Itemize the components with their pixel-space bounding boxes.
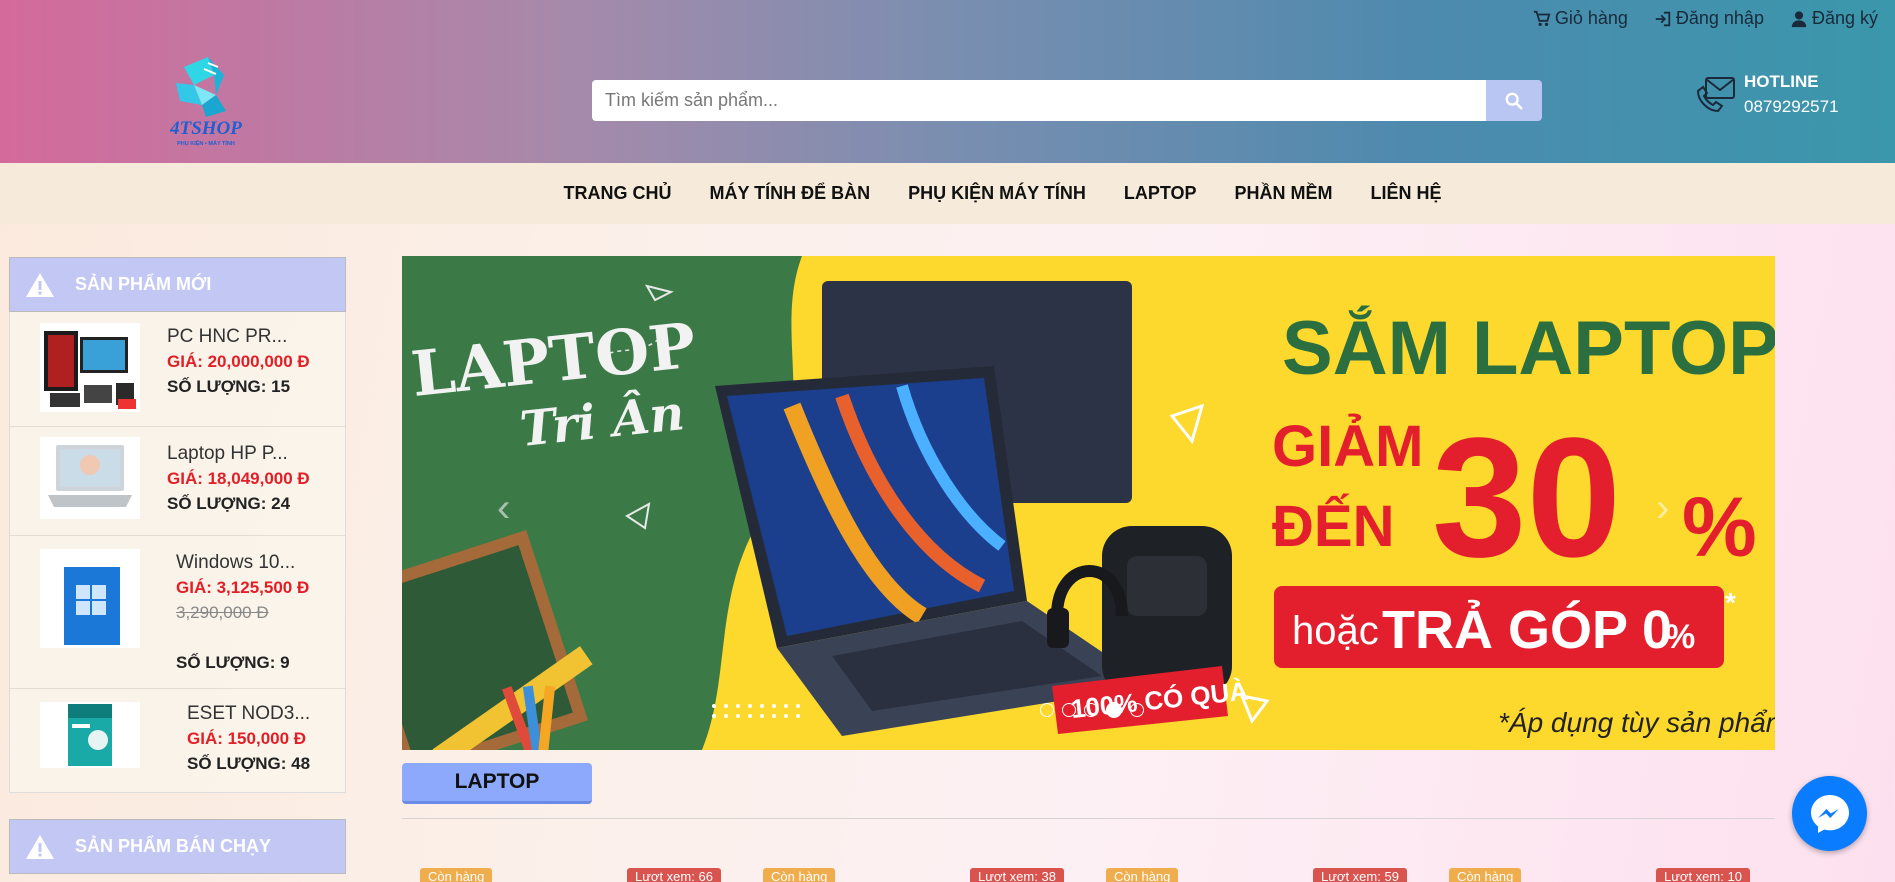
hotline: HOTLINE 0879292571 — [1694, 69, 1839, 119]
banner-headline: SẮM LAPTOP — [1282, 305, 1775, 391]
cart-link[interactable]: Giỏ hàng — [1533, 8, 1628, 29]
product-image-laptop[interactable] — [40, 437, 140, 519]
banner-giam: GIẢM — [1272, 414, 1423, 479]
hotline-number[interactable]: 0879292571 — [1744, 94, 1839, 119]
view-count-badge: Lượt xem: 10 — [1656, 868, 1750, 882]
register-link[interactable]: Đăng ký — [1790, 8, 1878, 29]
nav-item-contact[interactable]: LIÊN HỆ — [1352, 183, 1461, 204]
list-item[interactable]: PC HNC PR... GIÁ: 20,000,000 Đ SỐ LƯỢNG:… — [10, 312, 345, 427]
user-icon — [1791, 10, 1807, 27]
main-nav: TRANG CHỦ MÁY TÍNH ĐỂ BÀN PHỤ KIỆN MÁY T… — [0, 163, 1895, 224]
nav-item-home[interactable]: TRANG CHỦ — [544, 183, 690, 204]
product-name[interactable]: Laptop HP P... — [167, 441, 310, 466]
stock-badge: Còn hàng — [1449, 868, 1522, 882]
warning-icon — [26, 272, 54, 297]
site-header: Giỏ hàng Đăng nhập Đăng ký 4TSHOP PHỤ KI… — [0, 0, 1895, 163]
stock-badge: Còn hàng — [420, 868, 493, 882]
product-qty: SỐ LƯỢNG: 48 — [187, 754, 311, 773]
search-button[interactable] — [1486, 80, 1542, 121]
product-name[interactable]: Windows 10... — [176, 550, 309, 575]
search-bar — [592, 80, 1542, 121]
laptop-section-title: LAPTOP — [454, 770, 540, 793]
list-item[interactable]: Laptop HP P... GIÁ: 18,049,000 Đ SỐ LƯỢN… — [10, 427, 345, 536]
product-image-eset[interactable] — [40, 702, 140, 768]
view-count-badge: Lượt xem: 66 — [627, 868, 721, 882]
carousel-prev-icon[interactable]: ‹ — [497, 486, 510, 531]
register-label: Đăng ký — [1811, 8, 1878, 28]
cart-icon — [1533, 10, 1551, 26]
carousel-dot-5[interactable] — [1130, 703, 1144, 717]
banner-note: *Áp dụng tùy sản phẩm — [1498, 707, 1775, 738]
logo-text: 4TSHOP — [169, 118, 242, 139]
login-link[interactable]: Đăng nhập — [1654, 8, 1764, 29]
stock-badge: Còn hàng — [763, 868, 836, 882]
view-count-badge: Lượt xem: 38 — [970, 868, 1064, 882]
view-count-badge: Lượt xem: 59 — [1313, 868, 1407, 882]
banner-percent-sign: % — [1682, 480, 1757, 574]
banner-tra-gop: TRẢ GÓP 0 — [1382, 600, 1672, 660]
promo-banner-image: LAPTOP Tri Ân 100% CÓ QUÀ SẮM LAPTOP GIẢ… — [402, 256, 1775, 750]
product-image-pc[interactable] — [40, 323, 140, 412]
product-qty: SỐ LƯỢNG: 9 — [176, 653, 290, 672]
new-products-header: SẢN PHẨM MỚI — [9, 257, 346, 312]
sidebar: SẢN PHẨM MỚI PC HNC PR... GIÁ: 20,000,00… — [9, 257, 346, 874]
product-name[interactable]: PC HNC PR... — [167, 324, 310, 349]
phone-mail-icon — [1696, 77, 1735, 113]
banner-den: ĐẾN — [1272, 494, 1394, 559]
nav-item-desktop[interactable]: MÁY TÍNH ĐỂ BÀN — [690, 183, 889, 204]
product-price: GIÁ: 20,000,000 Đ — [167, 352, 310, 371]
search-input[interactable] — [592, 80, 1486, 121]
section-divider — [402, 818, 1775, 819]
banner-star: * — [1725, 587, 1736, 618]
product-qty: SỐ LƯỢNG: 15 — [167, 377, 291, 396]
nav-item-accessories[interactable]: PHỤ KIỆN MÁY TÍNH — [889, 183, 1105, 204]
product-image-windows[interactable] — [40, 549, 140, 648]
product-old-price: 3,290,000 Đ — [176, 603, 269, 622]
cart-label: Giỏ hàng — [1554, 8, 1628, 28]
banner-tra-gop-sign: % — [1665, 618, 1695, 656]
new-products-title: SẢN PHẨM MỚI — [75, 274, 212, 294]
list-item[interactable]: ESET NOD3... GIÁ: 150,000 Đ SỐ LƯỢNG: 48 — [10, 689, 345, 792]
logo-tagline: PHỤ KIỆN • MÁY TÍNH — [177, 139, 235, 147]
login-label: Đăng nhập — [1675, 8, 1764, 28]
messenger-icon — [1810, 794, 1849, 833]
product-price: GIÁ: 18,049,000 Đ — [167, 469, 310, 488]
promo-carousel[interactable]: LAPTOP Tri Ân 100% CÓ QUÀ SẮM LAPTOP GIẢ… — [402, 256, 1775, 750]
best-sellers-header: SẢN PHẨM BÁN CHẠY — [9, 819, 346, 874]
carousel-dot-4[interactable] — [1106, 702, 1122, 718]
new-products-list: PC HNC PR... GIÁ: 20,000,000 Đ SỐ LƯỢNG:… — [9, 312, 346, 793]
banner-percent: 30 — [1432, 403, 1621, 593]
messenger-chat-button[interactable] — [1792, 776, 1867, 851]
account-links: Giỏ hàng Đăng nhập Đăng ký — [1533, 8, 1878, 29]
carousel-dot-2[interactable] — [1062, 703, 1076, 717]
carousel-dot-1[interactable] — [1040, 703, 1054, 717]
list-item[interactable]: Windows 10... GIÁ: 3,125,500 Đ 3,290,000… — [10, 536, 345, 689]
carousel-indicators — [1040, 702, 1144, 718]
shop-logo[interactable]: 4TSHOP PHỤ KIỆN • MÁY TÍNH — [146, 55, 266, 147]
carousel-next-icon[interactable]: › — [1656, 486, 1669, 531]
product-name[interactable]: ESET NOD3... — [187, 701, 310, 726]
logo-mark: 4TSHOP PHỤ KIỆN • MÁY TÍNH — [169, 57, 242, 147]
product-qty: SỐ LƯỢNG: 24 — [167, 494, 291, 513]
stock-badge: Còn hàng — [1106, 868, 1179, 882]
banner-hoac: hoặc — [1292, 609, 1379, 653]
product-price: GIÁ: 150,000 Đ — [187, 729, 307, 748]
laptop-section-tab[interactable]: LAPTOP — [402, 763, 592, 804]
hotline-title: HOTLINE — [1744, 72, 1819, 91]
login-icon — [1655, 11, 1671, 26]
product-price: GIÁ: 3,125,500 Đ — [176, 578, 310, 597]
nav-item-software[interactable]: PHẦN MỀM — [1216, 183, 1352, 204]
best-sellers-title: SẢN PHẨM BÁN CHẠY — [75, 836, 272, 856]
search-icon — [1505, 92, 1523, 109]
nav-item-laptop[interactable]: LAPTOP — [1105, 183, 1216, 204]
carousel-dot-3[interactable] — [1084, 703, 1098, 717]
warning-icon — [26, 834, 54, 859]
